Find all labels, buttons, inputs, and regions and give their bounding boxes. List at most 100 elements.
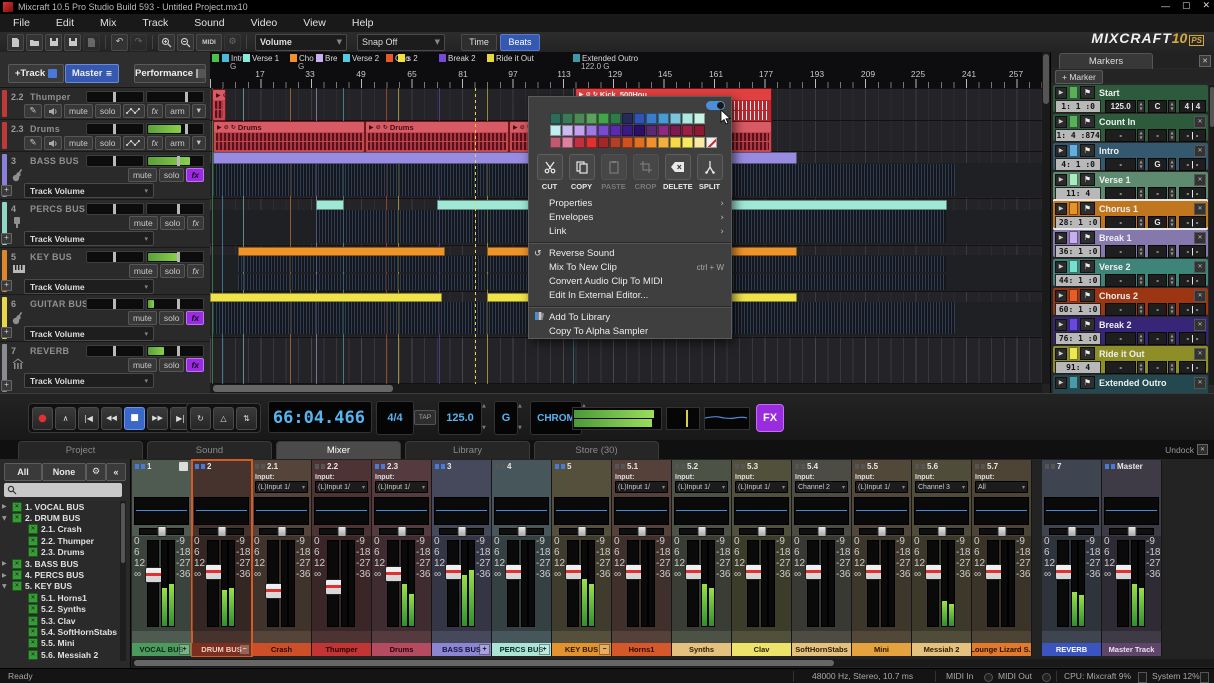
strip-eq-display[interactable] xyxy=(914,497,969,525)
undock-control[interactable]: Undock✕ xyxy=(1165,444,1208,455)
marker-timesig-field[interactable]: - | - xyxy=(1179,274,1206,287)
color-swatch[interactable] xyxy=(574,113,585,124)
input-select[interactable]: All▾ xyxy=(975,481,1028,493)
tempo-spinner[interactable]: ▲▼ xyxy=(482,403,489,431)
monitor-speaker-icon[interactable] xyxy=(44,136,62,150)
track-volume-slider[interactable] xyxy=(146,91,204,103)
marker-time-field[interactable]: 76: 1 :0 xyxy=(1055,332,1101,345)
marker-expand-icon[interactable]: ▶ xyxy=(1055,377,1067,389)
tab-mixer[interactable]: Mixer xyxy=(276,441,401,459)
strip-pan-slider[interactable] xyxy=(612,525,671,536)
key-spinner[interactable]: ▲▼ xyxy=(1168,361,1176,374)
key-display[interactable]: G xyxy=(494,401,518,435)
marker-tempo-field[interactable]: - xyxy=(1105,216,1136,229)
arm-button[interactable]: arm xyxy=(165,136,190,150)
tree-collapsed-arrow-icon[interactable]: ▶ xyxy=(2,503,9,510)
marker-expand-icon[interactable]: ▶ xyxy=(1055,348,1067,360)
color-swatch[interactable] xyxy=(694,113,705,124)
tree-item-5-4-softhornstabs[interactable]: ✕5.4. SoftHornStabs xyxy=(2,626,118,637)
add-subtrack-button[interactable]: + xyxy=(1,185,12,196)
solo-button[interactable]: solo xyxy=(160,216,186,230)
color-swatch[interactable] xyxy=(598,113,609,124)
tree-item-5-5-mini[interactable]: ✕5.5. Mini xyxy=(2,638,118,649)
fx-button[interactable]: fx xyxy=(186,358,204,372)
track-pan-slider[interactable] xyxy=(86,251,144,263)
channel-strip-5.7[interactable]: 5.7Input:All▾0612∞-9-18-27-36Lounge Liza… xyxy=(972,460,1032,656)
input-select[interactable]: (L)Input 1/▾ xyxy=(255,481,308,493)
tap-tempo-button[interactable]: TAP xyxy=(414,410,436,425)
marker-item-start[interactable]: ▶⚑Start1: 1 :0125.0▲▼C▲▼4 | 4 xyxy=(1053,85,1208,112)
color-swatch[interactable] xyxy=(550,125,561,136)
fx-button[interactable]: fx xyxy=(186,311,204,325)
channel-strip-5.3[interactable]: 5.3Input:(L)Input 1/▾0612∞-9-18-27-36Cla… xyxy=(732,460,792,656)
menu-item-copy-to-alpha-sampler[interactable]: Copy To Alpha Sampler xyxy=(529,325,731,339)
strip-eq-display[interactable] xyxy=(794,497,849,525)
fx-button[interactable]: fx xyxy=(187,264,204,278)
marker-timesig-field[interactable]: - | - xyxy=(1179,303,1206,316)
marker-delete-icon[interactable]: ✕ xyxy=(1194,232,1206,244)
channel-strip-4[interactable]: 40612∞-9-18-27-36PERCS BUS+ xyxy=(492,460,552,656)
channel-strip-3[interactable]: 30612∞-9-18-27-36BASS BUS+ xyxy=(432,460,492,656)
mute-button[interactable]: mute xyxy=(64,136,93,150)
marker-expand-icon[interactable]: ▶ xyxy=(1055,203,1067,215)
marker-expand-icon[interactable]: ▶ xyxy=(1055,145,1067,157)
solo-button[interactable]: solo xyxy=(95,104,121,118)
marker-item-intro[interactable]: ▶⚑Intro✕4: 1 :0-▲▼G▲▼- | - xyxy=(1053,143,1208,170)
save-as-button[interactable] xyxy=(45,34,62,51)
strip-fader[interactable] xyxy=(267,540,279,627)
maximize-button[interactable]: ▢ xyxy=(1182,1,1191,11)
master-button[interactable]: Master≡ xyxy=(65,64,119,83)
marker-item-break-1[interactable]: ▶⚑Break 1✕36: 1 :0-▲▼-▲▼- | - xyxy=(1053,230,1208,257)
copy-button[interactable]: COPY xyxy=(567,154,596,191)
marker-color-chip[interactable] xyxy=(1069,347,1078,360)
automation-icon[interactable] xyxy=(123,136,145,150)
marker-item-verse-1[interactable]: ▶⚑Verse 1✕11: 4 :750-▲▼-▲▼- | - xyxy=(1053,172,1208,199)
marker-timesig-field[interactable]: - | - xyxy=(1179,216,1206,229)
mute-button[interactable]: mute xyxy=(128,168,157,182)
strip-name-label[interactable]: Horns1 xyxy=(612,643,671,656)
color-swatch[interactable] xyxy=(586,113,597,124)
fx-button[interactable]: fx xyxy=(147,136,164,150)
add-subtrack-button[interactable]: + xyxy=(1,280,12,291)
tempo-spinner[interactable]: ▲▼ xyxy=(1137,158,1145,171)
color-swatch[interactable] xyxy=(550,113,561,124)
track-thumper[interactable]: 2.2Thumper✎mutesolofxarm▾ xyxy=(0,88,210,120)
strip-pan-slider[interactable] xyxy=(132,525,191,536)
menu-sound[interactable]: Sound xyxy=(181,17,237,29)
strip-pan-slider[interactable] xyxy=(192,525,251,536)
track-volume-slider[interactable] xyxy=(146,298,204,310)
strip-pan-slider[interactable] xyxy=(432,525,491,536)
input-select[interactable]: (L)Input 1/▾ xyxy=(855,481,908,493)
marker-key-field[interactable]: C xyxy=(1148,100,1167,113)
tree-item-4-percs-bus[interactable]: ▶✕4. PERCS BUS xyxy=(2,569,118,580)
strip-fader[interactable] xyxy=(867,540,879,627)
marker-expand-icon[interactable]: ▶ xyxy=(1055,290,1067,302)
open-project-button[interactable] xyxy=(26,34,43,51)
drum-audio-clip[interactable]: ▶ ⊘ ↻Drums xyxy=(213,121,365,153)
marker-tempo-field[interactable]: - xyxy=(1105,361,1136,374)
marker-item-chorus-1[interactable]: ▶⚑Chorus 1✕28: 1 :0-▲▼G▲▼- | - xyxy=(1053,201,1208,228)
export-button[interactable] xyxy=(83,34,100,51)
marker-expand-icon[interactable]: ▶ xyxy=(1055,261,1067,273)
marker-delete-icon[interactable]: ✕ xyxy=(1194,145,1206,157)
marker-color-chip[interactable] xyxy=(1069,376,1078,389)
color-swatch[interactable] xyxy=(682,113,693,124)
menu-item-properties[interactable]: Properties› xyxy=(529,197,731,211)
color-swatch[interactable] xyxy=(610,125,621,136)
timeline-marker-flag[interactable]: Bre xyxy=(316,54,337,63)
tempo-spinner[interactable]: ▲▼ xyxy=(1137,274,1145,287)
strip-name-label[interactable]: PERCS BUS+ xyxy=(492,643,551,656)
marker-timesig-field[interactable]: - | - xyxy=(1179,187,1206,200)
channel-strip-2[interactable]: 20612∞-9-18-27-36DRUM BUS− xyxy=(192,460,252,656)
strip-eq-display[interactable] xyxy=(854,497,909,525)
tree-item-2-1-crash[interactable]: ✕2.1. Crash xyxy=(2,524,118,535)
strip-eq-display[interactable] xyxy=(374,497,429,525)
tree-item-2-drum-bus[interactable]: ▼✕2. DRUM BUS xyxy=(2,512,118,523)
marker-item-verse-2[interactable]: ▶⚑Verse 2✕44: 1 :0-▲▼-▲▼- | - xyxy=(1053,259,1208,286)
strip-fader[interactable] xyxy=(987,540,999,627)
strip-name-label[interactable]: DRUM BUS− xyxy=(192,643,251,656)
input-select[interactable]: (L)Input 1/▾ xyxy=(735,481,788,493)
split-button[interactable]: SPLIT xyxy=(695,154,724,191)
timeline-marker-flag[interactable]: Verse 1 xyxy=(243,54,279,63)
track-guitar-bus[interactable]: 6GUITAR BUS+mutesolofxarmTrack Volume▾ xyxy=(0,295,210,342)
